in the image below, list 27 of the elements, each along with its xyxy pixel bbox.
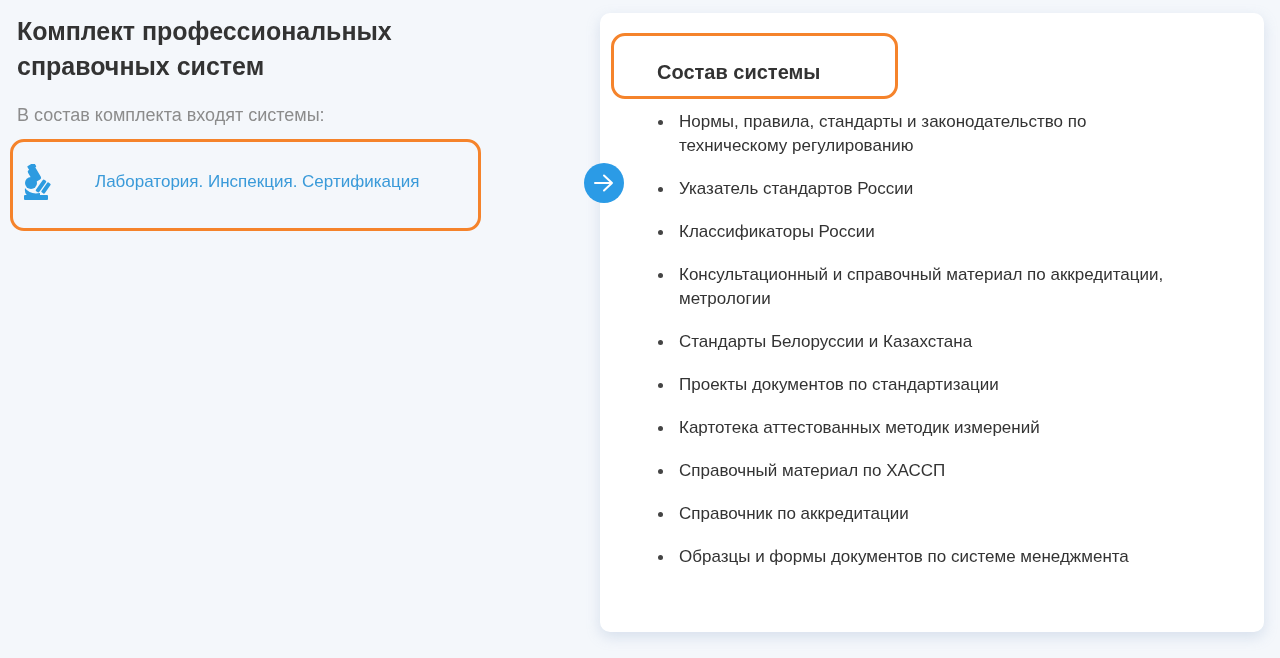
list-item: Справочник по аккредитации [679,503,910,525]
system-link[interactable]: Лаборатория. Инспекция. Сертификация [95,171,420,193]
arrow-button[interactable] [584,163,624,203]
list-item: Стандарты Белоруссии и Казахстана [679,331,974,353]
bullet-icon [658,187,663,192]
page-title: Комплект профессиональных справочных систем [17,16,393,82]
bullet-icon [658,230,663,235]
list-item: Проекты документов по стандартизации [679,374,1000,396]
bullet-icon [658,120,663,125]
bullet-icon [658,383,663,388]
bullet-icon [658,512,663,517]
microscope-icon [22,164,52,200]
list-item: Указатель стандартов России [679,178,915,200]
section-title: Состав системы [657,60,821,85]
list-item: Классификаторы России [679,221,876,243]
bullet-icon [658,340,663,345]
bullet-icon [658,426,663,431]
list-item: Консультационный и справочный материал по аккредитации, метрологии [679,264,1165,310]
arrow-right-icon [594,174,614,192]
list-item: Нормы, правила, стандарты и законодательство по техническому регулированию [679,111,1088,157]
subtitle: В состав комплекта входят системы: [17,104,326,127]
list-item: Картотека аттестованных методик измерений [679,417,1041,439]
list-item: Справочный материал по ХАССП [679,460,947,482]
bullet-icon [658,555,663,560]
bullet-icon [658,273,663,278]
list-item: Образцы и формы документов по системе менеджмента [679,546,1130,568]
bullet-icon [658,469,663,474]
